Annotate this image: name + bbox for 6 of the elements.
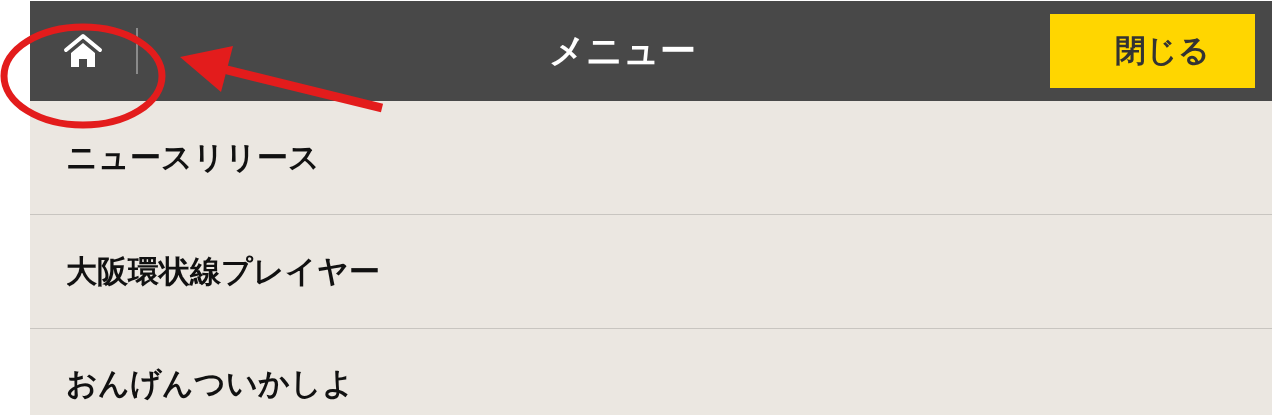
menu-title: メニュー xyxy=(547,28,697,73)
menu-item[interactable]: ニュースリリース xyxy=(30,101,1272,215)
menu-item[interactable]: 大阪環状線プレイヤー xyxy=(30,215,1272,329)
close-button[interactable]: 閉じる xyxy=(1050,14,1255,88)
home-icon[interactable] xyxy=(63,33,103,69)
menu-item[interactable]: おんげんついかしよ xyxy=(30,329,1272,415)
